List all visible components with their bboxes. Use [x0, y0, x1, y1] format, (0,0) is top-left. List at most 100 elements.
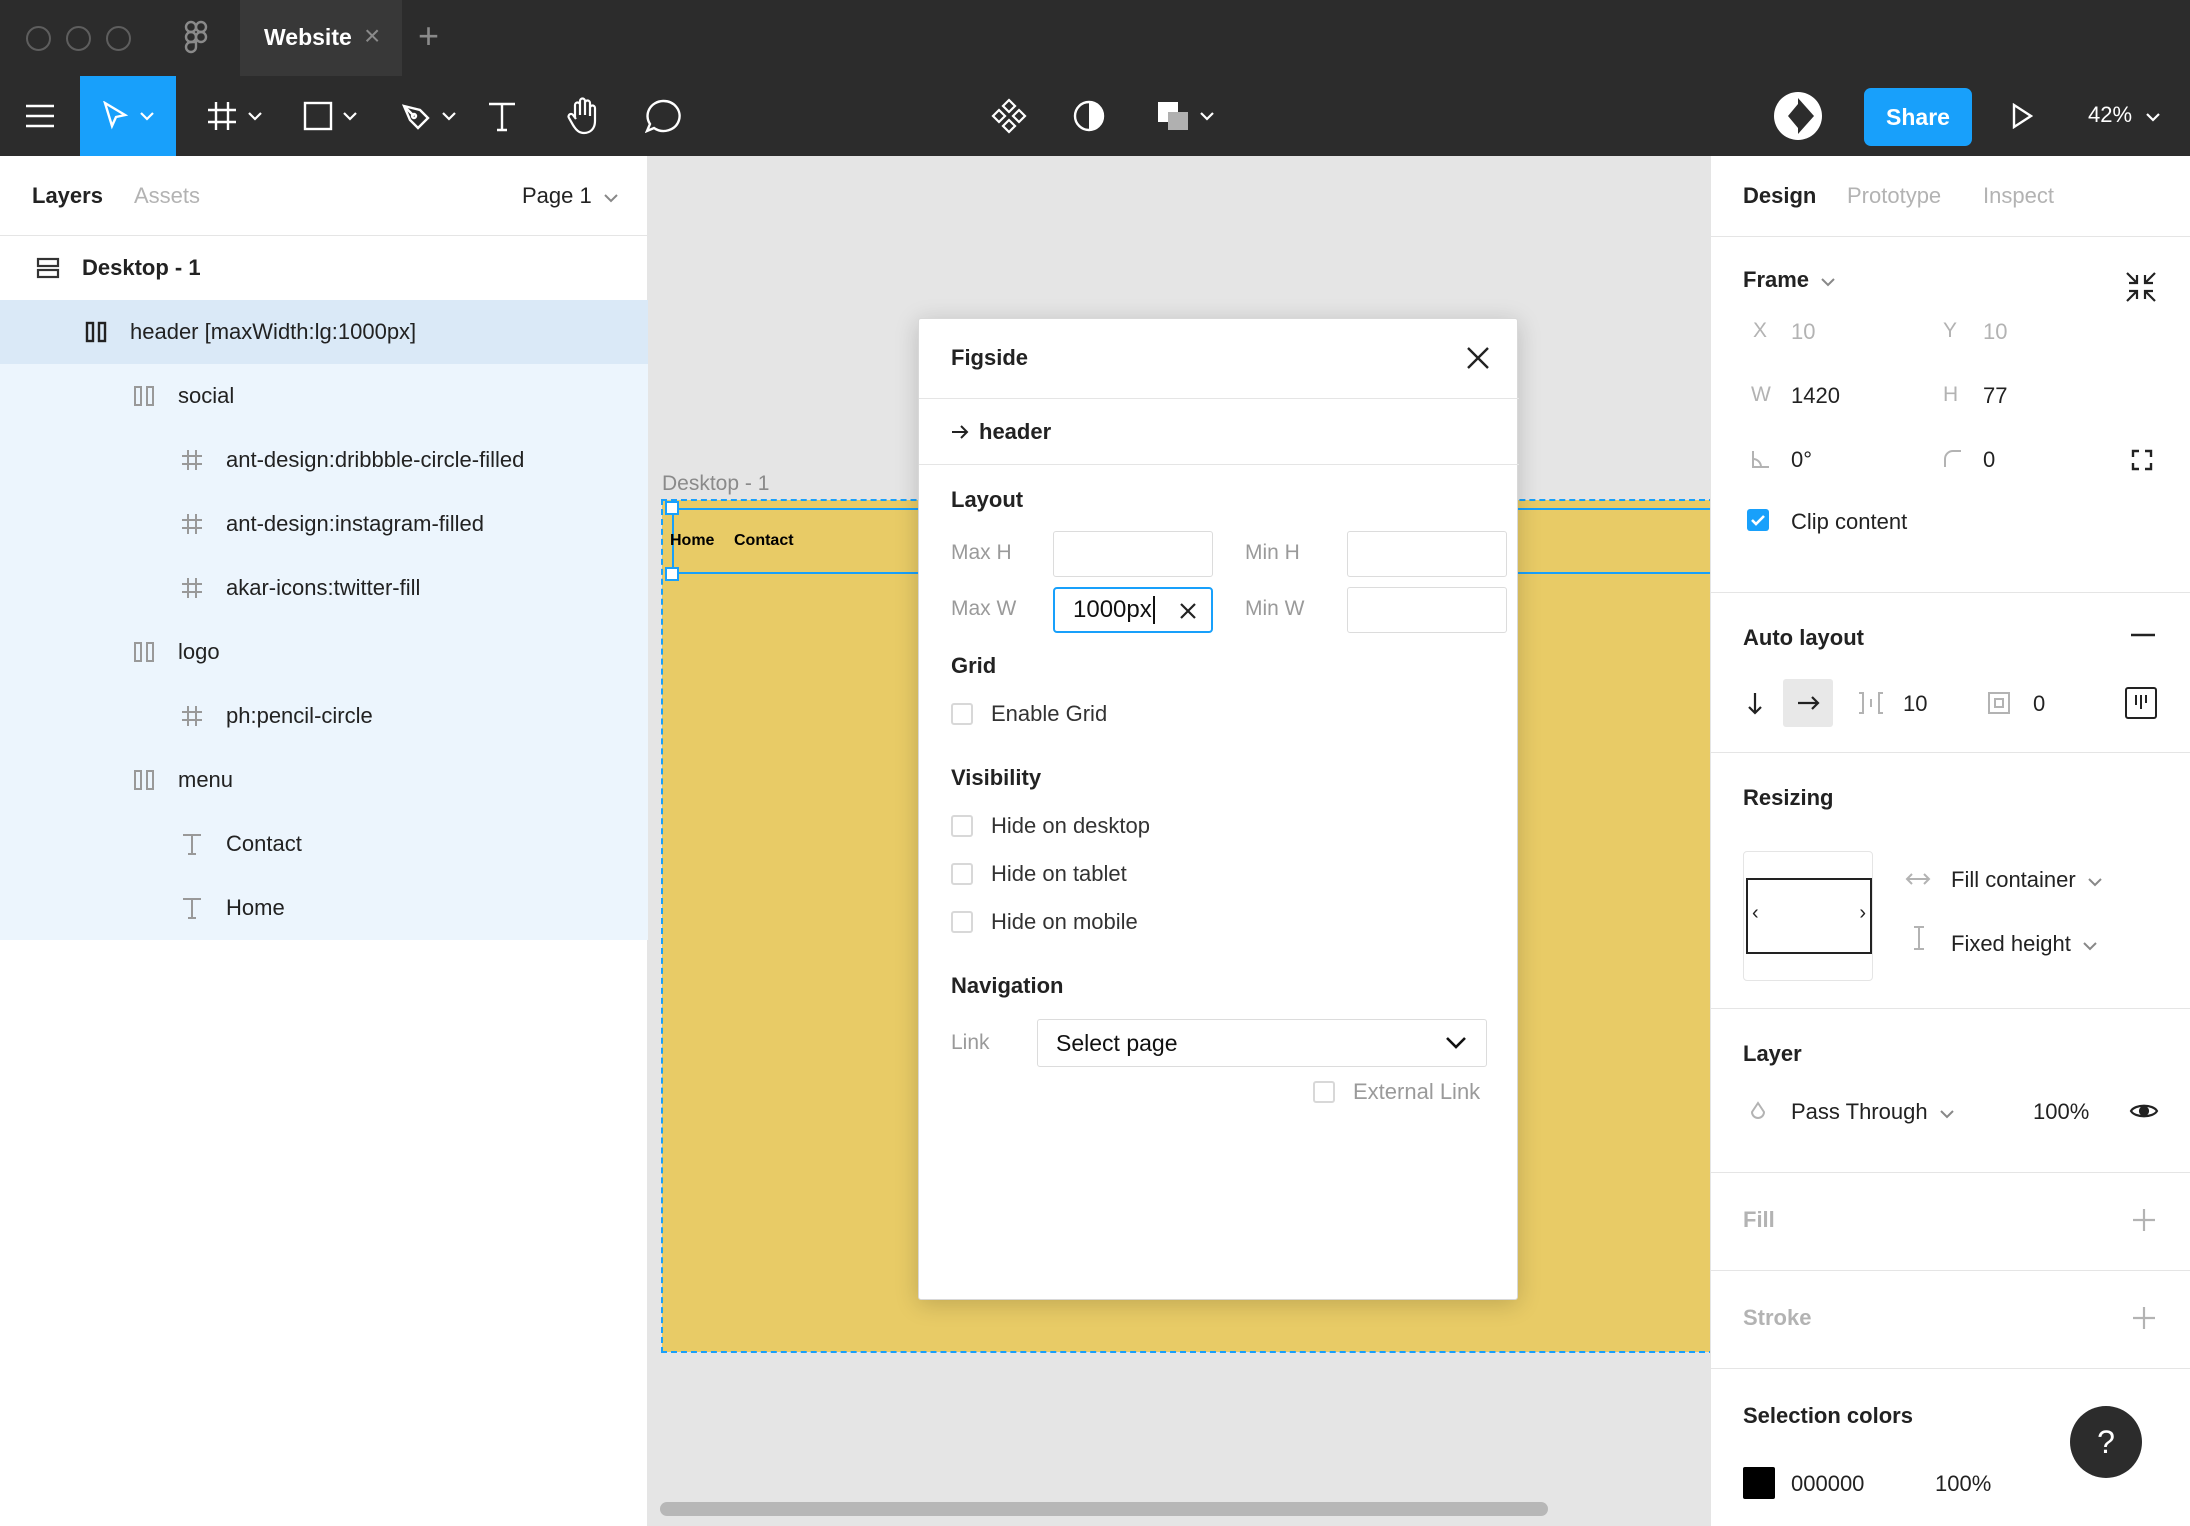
layer-row-menu[interactable]: menu — [0, 748, 648, 812]
direction-horizontal-button[interactable] — [1783, 679, 1833, 727]
collapse-arrows-icon[interactable] — [2125, 271, 2157, 303]
resize-handle[interactable] — [665, 567, 679, 581]
vertical-resize-dropdown[interactable]: Fixed height — [1951, 931, 2097, 957]
figma-logo-icon[interactable] — [180, 20, 212, 56]
resizing-title: Resizing — [1743, 785, 1834, 810]
layer-row-instagram[interactable]: ant-design:instagram-filled — [0, 492, 648, 556]
arrow-down-icon[interactable] — [1747, 691, 1763, 715]
hide-desktop-checkbox[interactable]: Hide on desktop — [951, 813, 1150, 839]
pen-tool-button[interactable] — [390, 76, 466, 156]
layer-row-twitter[interactable]: akar-icons:twitter-fill — [0, 556, 648, 620]
text-tool-button[interactable] — [480, 76, 524, 156]
frame-tool-button[interactable] — [196, 76, 272, 156]
boolean-ops-button[interactable] — [1150, 76, 1220, 156]
add-stroke-icon[interactable] — [2131, 1305, 2157, 1331]
padding-value[interactable]: 0 — [2033, 691, 2045, 717]
main-menu-button[interactable] — [0, 76, 80, 156]
user-avatar[interactable] — [1770, 76, 1826, 156]
color-hex-value[interactable]: 000000 — [1791, 1471, 1864, 1497]
window-minimize-dot[interactable] — [66, 26, 91, 51]
tab-design[interactable]: Design — [1743, 183, 1816, 209]
window-zoom-dot[interactable] — [106, 26, 131, 51]
min-w-label: Min W — [1245, 597, 1305, 620]
hand-icon — [567, 97, 597, 135]
w-value[interactable]: 1420 — [1791, 383, 1840, 409]
horizontal-resize-dropdown[interactable]: Fill container — [1951, 867, 2102, 893]
present-button[interactable] — [2000, 76, 2044, 156]
hand-tool-button[interactable] — [560, 76, 606, 156]
layout-section-title: Layout — [951, 487, 1024, 512]
alignment-button[interactable] — [2125, 687, 2157, 719]
layer-label: Contact — [226, 831, 302, 856]
canvas-nav-contact[interactable]: Contact — [734, 532, 794, 550]
frame-hash-icon — [178, 574, 206, 602]
components-button[interactable] — [986, 76, 1032, 156]
window-close-dot[interactable] — [26, 26, 51, 51]
move-tool-button[interactable] — [80, 76, 176, 156]
layer-row-pencil[interactable]: ph:pencil-circle — [0, 684, 648, 748]
tab-inspect[interactable]: Inspect — [1983, 183, 2054, 209]
min-h-input[interactable] — [1347, 531, 1507, 577]
checkbox-box — [951, 863, 973, 885]
max-w-input[interactable]: 1000px — [1053, 587, 1213, 633]
tab-close-icon[interactable]: × — [364, 22, 380, 50]
color-opacity-value[interactable]: 100% — [1935, 1471, 1991, 1497]
frame-hash-icon — [178, 702, 206, 730]
x-value[interactable]: 10 — [1791, 319, 1815, 345]
h-value[interactable]: 77 — [1983, 383, 2007, 409]
layer-row-desktop[interactable]: Desktop - 1 — [0, 236, 648, 300]
clear-icon[interactable] — [1177, 600, 1199, 622]
min-w-input[interactable] — [1347, 587, 1507, 633]
new-tab-icon[interactable]: + — [418, 18, 439, 54]
hide-mobile-checkbox[interactable]: Hide on mobile — [951, 909, 1138, 935]
resize-handle[interactable] — [665, 501, 679, 515]
layer-row-social[interactable]: social — [0, 364, 648, 428]
share-button[interactable]: Share — [1864, 88, 1972, 146]
max-w-label: Max W — [951, 597, 1017, 620]
remove-icon[interactable] — [2131, 633, 2155, 637]
shape-tool-button[interactable] — [292, 76, 368, 156]
canvas-nav-home[interactable]: Home — [670, 532, 714, 550]
frame-dropdown[interactable]: Frame — [1743, 267, 1835, 293]
enable-grid-checkbox[interactable]: Enable Grid — [951, 701, 1107, 727]
horizontal-scrollbar[interactable] — [660, 1502, 1548, 1516]
mask-button[interactable] — [1066, 76, 1112, 156]
independent-corners-icon[interactable] — [2131, 449, 2153, 471]
max-h-input[interactable] — [1053, 531, 1213, 577]
comment-tool-button[interactable] — [640, 76, 686, 156]
blend-mode-dropdown[interactable]: Pass Through — [1791, 1099, 1954, 1125]
tab-layers[interactable]: Layers — [32, 183, 103, 209]
layer-row-dribbble[interactable]: ant-design:dribbble-circle-filled — [0, 428, 648, 492]
color-swatch[interactable] — [1743, 1467, 1775, 1499]
radius-value[interactable]: 0 — [1983, 447, 1995, 473]
page-selector[interactable]: Page 1 — [522, 183, 618, 209]
layer-row-home[interactable]: Home — [0, 876, 648, 940]
rotation-value[interactable]: 0° — [1791, 447, 1812, 473]
y-value[interactable]: 10 — [1983, 319, 2007, 345]
close-icon[interactable] — [1463, 343, 1493, 373]
external-link-checkbox[interactable]: External Link — [1313, 1079, 1480, 1105]
hide-tablet-checkbox[interactable]: Hide on tablet — [951, 861, 1127, 887]
chevron-down-icon — [1446, 1037, 1466, 1049]
add-fill-icon[interactable] — [2131, 1207, 2157, 1233]
link-page-select[interactable]: Select page — [1037, 1019, 1487, 1067]
frame-label[interactable]: Desktop - 1 — [662, 472, 769, 496]
rotation-icon — [1752, 451, 1769, 468]
arrow-right-icon — [952, 424, 969, 439]
chevron-down-icon — [442, 112, 456, 121]
zoom-dropdown[interactable]: 42% — [2088, 102, 2160, 128]
spacing-icon — [1859, 692, 1883, 714]
resizing-box: ‹ › — [1746, 878, 1872, 954]
help-button[interactable]: ? — [2070, 1406, 2142, 1478]
eye-icon[interactable] — [2129, 1101, 2159, 1121]
checkbox-box — [951, 703, 973, 725]
layer-row-logo[interactable]: logo — [0, 620, 648, 684]
layer-opacity-value[interactable]: 100% — [2033, 1099, 2089, 1125]
component-diamond-icon — [991, 98, 1027, 134]
layer-row-header[interactable]: header [maxWidth:lg:1000px] — [0, 300, 648, 364]
tab-assets[interactable]: Assets — [134, 183, 200, 209]
layer-row-contact[interactable]: Contact — [0, 812, 648, 876]
clip-content-checkbox[interactable] — [1747, 509, 1769, 531]
tab-prototype[interactable]: Prototype — [1847, 183, 1941, 209]
spacing-value[interactable]: 10 — [1903, 691, 1927, 717]
